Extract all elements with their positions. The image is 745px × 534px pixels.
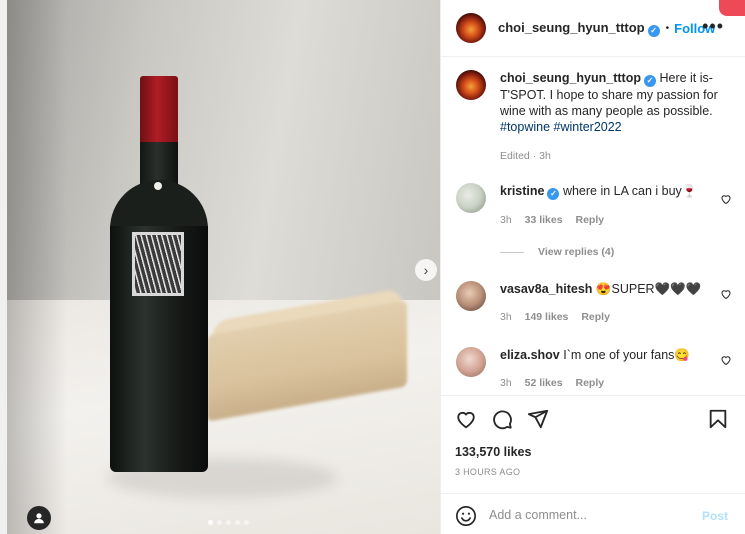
bottle-glint — [154, 182, 162, 190]
comment-text: where in LA can i buy🍷 — [562, 184, 698, 198]
share-icon[interactable] — [527, 408, 549, 430]
comment-icon[interactable] — [491, 408, 513, 430]
avatar[interactable] — [456, 183, 486, 213]
caption: choi_seung_hyun_tttop ✓ Here it is- T'SPO… — [456, 70, 736, 164]
comment-text: I`m one of your fans😋 — [563, 348, 690, 362]
comment-username[interactable]: eliza.shov — [500, 348, 560, 362]
bottle-capsule — [140, 76, 178, 144]
avatar[interactable] — [456, 13, 486, 43]
emoji-icon[interactable] — [455, 505, 477, 527]
comment-body: kristine ✓ where in LA can i buy🍷 3h 33 l… — [500, 183, 720, 228]
post-photo[interactable]: › — [7, 0, 440, 534]
post-comment-button[interactable]: Post — [702, 509, 728, 523]
reply-button[interactable]: Reply — [575, 377, 604, 389]
action-bar — [441, 395, 745, 439]
likes-count[interactable]: 133,570 likes — [455, 445, 531, 459]
chevron-right-icon[interactable]: › — [415, 259, 437, 281]
avatar[interactable] — [456, 70, 486, 100]
comment-time: 3h — [500, 214, 512, 226]
comment-likes[interactable]: 33 likes — [525, 214, 563, 226]
view-replies-button[interactable]: View replies (4) — [500, 246, 614, 258]
add-comment-bar: Post — [441, 493, 745, 534]
comment-meta: 3h 149 likes Reply — [500, 309, 720, 325]
carousel-dot — [208, 520, 213, 525]
caption-body: choi_seung_hyun_tttop ✓ Here it is- T'SPO… — [500, 70, 720, 164]
verified-icon: ✓ — [643, 75, 656, 87]
verified-icon: ✓ — [547, 188, 560, 200]
comment-username[interactable]: vasav8a_hitesh — [500, 282, 592, 296]
comment-text: 😍SUPER🖤🖤🖤 — [595, 282, 702, 296]
bottle-label — [132, 232, 184, 296]
carousel-dots — [208, 520, 249, 525]
bookmark-icon[interactable] — [707, 408, 729, 430]
hashtag-link[interactable]: #topwine — [500, 120, 550, 134]
carousel-dot — [235, 520, 240, 525]
post-header: choi_seung_hyun_tttop ✓ • Follow ••• — [441, 0, 745, 57]
avatar[interactable] — [456, 347, 486, 377]
carousel-dot — [244, 520, 249, 525]
comment-item: eliza.shov I`m one of your fans😋 3h 52 l… — [456, 347, 736, 391]
post-side-panel: choi_seung_hyun_tttop ✓ • Follow ••• choi… — [440, 0, 745, 534]
heart-icon[interactable] — [455, 408, 477, 430]
caption-meta: Edited · 3h — [500, 150, 551, 162]
backdrop-strip — [0, 0, 7, 534]
photo-wall — [7, 0, 440, 330]
carousel-dot — [217, 520, 222, 525]
comment-username[interactable]: kristine ✓ — [500, 184, 560, 200]
wine-bottle — [110, 76, 208, 472]
comment-body: vasav8a_hitesh 😍SUPER🖤🖤🖤 3h 149 likes Re… — [500, 281, 720, 325]
comment-input[interactable] — [489, 504, 689, 526]
comment-meta: 3h 33 likes Reply — [500, 212, 720, 228]
caption-username[interactable]: choi_seung_hyun_tttop ✓ — [500, 71, 656, 87]
reply-button[interactable]: Reply — [581, 311, 610, 323]
comments-list[interactable]: choi_seung_hyun_tttop ✓ Here it is- T'SPO… — [441, 58, 745, 394]
comment-body: eliza.shov I`m one of your fans😋 3h 52 l… — [500, 347, 720, 391]
user-tag-icon[interactable] — [27, 506, 51, 530]
comment-likes[interactable]: 149 likes — [525, 311, 569, 323]
comment-meta: 3h 52 likes Reply — [500, 375, 720, 391]
comment-item: vasav8a_hitesh 😍SUPER🖤🖤🖤 3h 149 likes Re… — [456, 281, 736, 325]
hashtag-link[interactable]: #winter2022 — [554, 120, 622, 134]
verified-icon: ✓ — [647, 24, 660, 37]
heart-icon[interactable] — [720, 354, 732, 366]
heart-icon[interactable] — [720, 288, 732, 300]
comment-likes[interactable]: 52 likes — [525, 377, 563, 389]
replies-divider — [500, 251, 524, 253]
author-username[interactable]: choi_seung_hyun_tttop ✓ — [498, 20, 660, 37]
carousel-dot — [226, 520, 231, 525]
header-separator: • — [665, 22, 670, 34]
instagram-post-modal: › choi_seung_hyun_tttop ✓ • Follow ••• c… — [0, 0, 745, 534]
post-timestamp: 3 HOURS AGO — [455, 467, 521, 477]
comment-item: kristine ✓ where in LA can i buy🍷 3h 33 l… — [456, 183, 736, 228]
more-icon[interactable]: ••• — [702, 16, 724, 37]
avatar[interactable] — [456, 281, 486, 311]
reply-button[interactable]: Reply — [575, 214, 604, 226]
comment-time: 3h — [500, 377, 512, 389]
comment-time: 3h — [500, 311, 512, 323]
photo-shadow — [7, 0, 67, 534]
heart-icon[interactable] — [720, 193, 732, 205]
